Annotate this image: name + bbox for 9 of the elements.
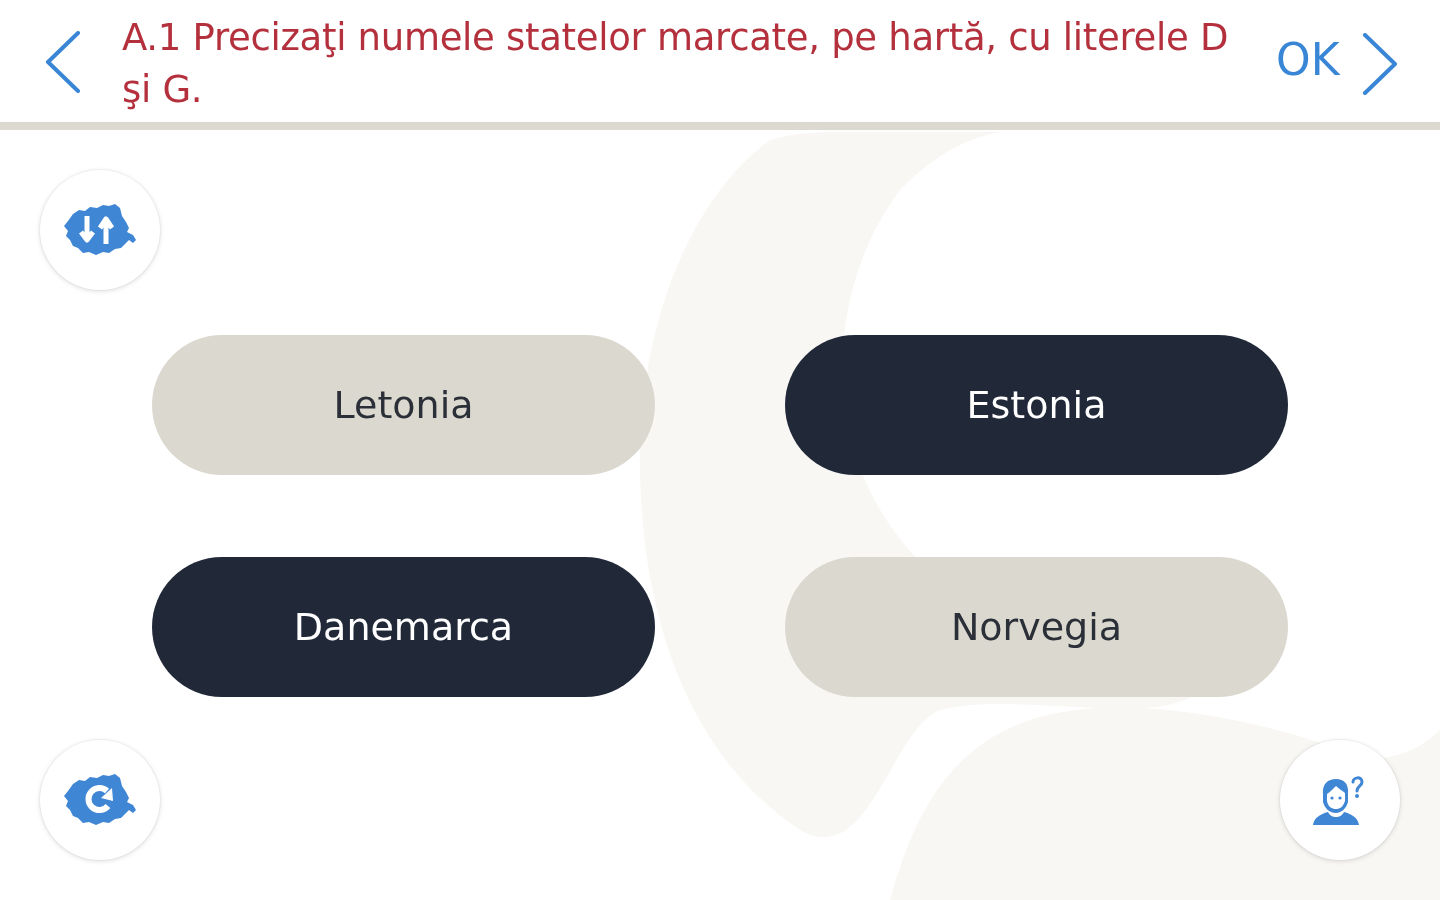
- ok-button[interactable]: OK: [1276, 34, 1340, 86]
- back-button[interactable]: [43, 30, 83, 94]
- answer-option[interactable]: Danemarca: [152, 557, 655, 697]
- question-text: A.1 Precizaţi numele statelor marcate, pe hartă, cu literele D şi G.: [122, 15, 1230, 113]
- answer-option[interactable]: Estonia: [785, 335, 1288, 475]
- back-icon: [45, 31, 81, 93]
- answer-option[interactable]: Letonia: [152, 335, 655, 475]
- answer-option[interactable]: Norvegia: [785, 557, 1288, 697]
- forward-icon: [1361, 33, 1398, 95]
